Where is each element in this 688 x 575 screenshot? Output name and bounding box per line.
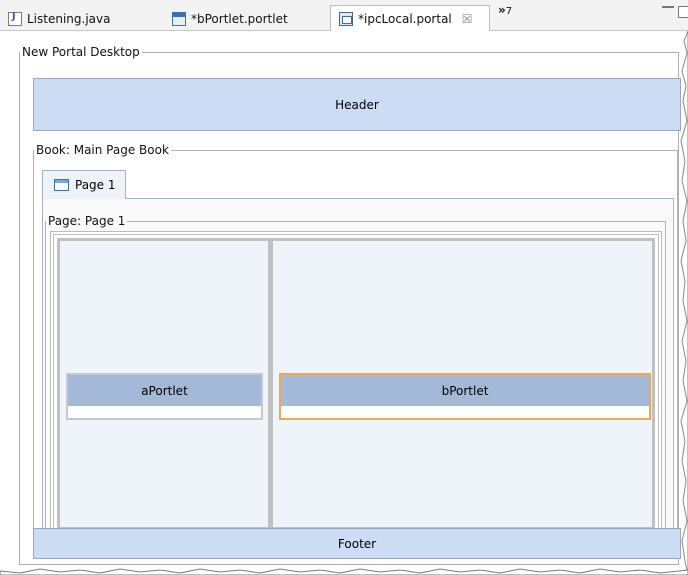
- portlet-title: bPortlet: [281, 375, 649, 406]
- torn-edge-right: [680, 31, 688, 575]
- layout-column-right[interactable]: bPortlet: [270, 238, 655, 530]
- desktop-legend: New Portal Desktop: [22, 45, 140, 59]
- chevron-right-icon: »: [498, 3, 506, 17]
- portal-file-icon: [339, 12, 353, 26]
- portlet-b-selected[interactable]: bPortlet: [279, 373, 651, 420]
- tab-label: *ipcLocal.portal: [358, 12, 452, 26]
- portlet-title: aPortlet: [68, 375, 261, 406]
- tab-listening-java[interactable]: Listening.java: [0, 6, 158, 31]
- tab-bportlet-portlet[interactable]: *bPortlet.portlet: [164, 6, 324, 31]
- tab-overflow-button[interactable]: »7: [498, 3, 512, 17]
- editor-tab-bar: Listening.java *bPortlet.portlet *ipcLoc…: [0, 0, 688, 32]
- footer-region[interactable]: Footer: [33, 528, 681, 559]
- portlet-label: bPortlet: [441, 383, 489, 398]
- layout-column-left[interactable]: aPortlet: [57, 238, 271, 530]
- portal-editor-canvas: New Portal Desktop Header Book: Main Pag…: [0, 31, 688, 575]
- header-label: Header: [335, 97, 379, 112]
- footer-label: Footer: [337, 536, 377, 551]
- torn-edge-bottom: [0, 568, 688, 575]
- tab-label: Listening.java: [27, 11, 111, 26]
- portlet-file-icon: [172, 11, 186, 26]
- overflow-count: 7: [505, 6, 513, 17]
- minimize-icon[interactable]: [662, 6, 674, 9]
- tab-label: *bPortlet.portlet: [191, 11, 288, 26]
- page-icon: [54, 179, 69, 191]
- java-file-icon: [8, 11, 22, 26]
- page-layout-grid: aPortlet bPortlet: [50, 231, 662, 537]
- tab-ipclocal-portal[interactable]: *ipcLocal.portal ☒: [330, 5, 490, 32]
- portlet-a[interactable]: aPortlet: [66, 373, 263, 420]
- portlet-label: aPortlet: [141, 383, 188, 398]
- book-legend: Book: Main Page Book: [36, 143, 169, 157]
- close-tab-icon[interactable]: ☒: [462, 12, 473, 26]
- header-region[interactable]: Header: [33, 78, 681, 131]
- page-legend: Page: Page 1: [48, 214, 126, 228]
- tab-page-1[interactable]: Page 1: [42, 170, 126, 199]
- maximize-icon[interactable]: [678, 6, 688, 18]
- page-tab-label: Page 1: [75, 178, 116, 192]
